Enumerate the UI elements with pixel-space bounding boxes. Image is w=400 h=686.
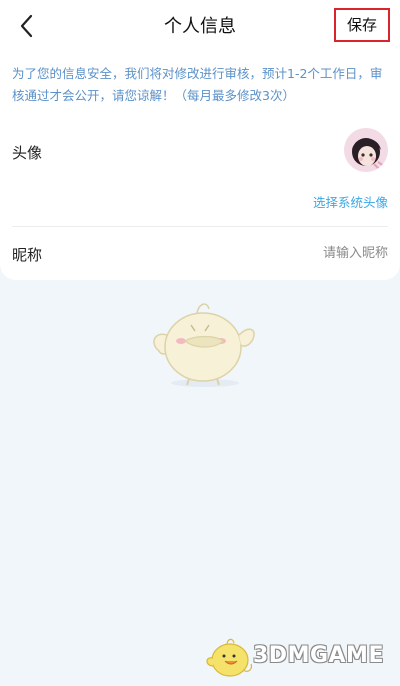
choose-system-avatar-link[interactable]: 选择系统头像 (313, 192, 388, 211)
watermark: 3DMGAME (203, 632, 400, 682)
divider (12, 226, 388, 227)
review-notice: 为了您的信息安全，我们将对修改进行审核，预计1-2个工作日，审核通过才会公开，请… (12, 66, 383, 103)
mascot-bird-icon (153, 303, 255, 387)
top-bar: 个人信息 保存 (0, 0, 400, 52)
avatar-image (344, 128, 388, 172)
save-button[interactable]: 保存 (334, 8, 390, 42)
avatar-label: 头像 (12, 144, 43, 162)
watermark-bird-icon (206, 638, 253, 677)
watermark-text: 3DMGAME (253, 643, 384, 668)
avatar[interactable] (344, 128, 388, 172)
nickname-label: 昵称 (12, 246, 43, 264)
nickname-input[interactable] (188, 241, 388, 265)
profile-card: 个人信息 保存 为了您的信息安全，我们将对修改进行审核，预计1-2个工作日，审核… (0, 0, 400, 280)
